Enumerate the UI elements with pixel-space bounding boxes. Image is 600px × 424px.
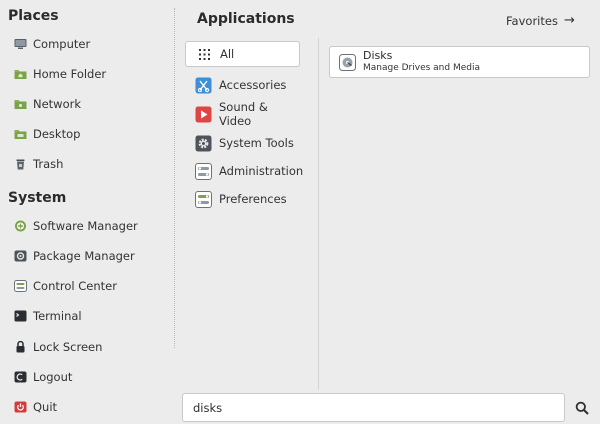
favorites-button[interactable]: Favorites →	[506, 13, 575, 28]
home-folder-icon	[14, 68, 27, 80]
system-item-terminal[interactable]: Terminal	[14, 305, 172, 327]
favorites-label: Favorites	[506, 13, 558, 28]
category-accessories[interactable]: Accessories	[185, 72, 300, 98]
app-description: Manage Drives and Media	[363, 63, 480, 73]
system-item-label: Quit	[33, 400, 58, 414]
system-item-software-manager[interactable]: Software Manager	[14, 215, 172, 237]
system-item-label: Terminal	[33, 309, 82, 323]
category-sound-video[interactable]: Sound & Video	[185, 100, 300, 128]
preferences-icon	[195, 190, 212, 208]
system-item-lock-screen[interactable]: Lock Screen	[14, 336, 172, 358]
network-folder-icon	[14, 98, 27, 110]
system-item-label: Lock Screen	[33, 340, 103, 354]
accessories-icon	[195, 77, 212, 94]
left-panel: Places Computer Home Folder Network Desk…	[0, 0, 174, 424]
category-label: Administration	[219, 164, 304, 178]
places-item-computer[interactable]: Computer	[14, 33, 172, 55]
applications-title: Applications	[197, 11, 295, 27]
system-item-logout[interactable]: Logout	[14, 366, 172, 388]
system-item-package-manager[interactable]: Package Manager	[14, 245, 172, 267]
power-icon	[14, 401, 27, 413]
places-item-trash[interactable]: Trash	[14, 153, 172, 175]
control-center-icon	[14, 280, 27, 292]
category-system-tools[interactable]: System Tools	[185, 130, 300, 156]
category-label: Accessories	[219, 78, 287, 92]
system-item-label: Logout	[33, 370, 73, 384]
category-preferences[interactable]: Preferences	[185, 186, 300, 212]
places-item-network[interactable]: Network	[14, 93, 172, 115]
software-manager-icon	[14, 220, 27, 232]
disk-icon	[339, 53, 356, 71]
category-administration[interactable]: Administration	[185, 158, 304, 184]
app-name: Disks	[363, 49, 393, 62]
category-label: Preferences	[219, 192, 287, 206]
places-item-label: Trash	[33, 157, 64, 171]
administration-icon	[195, 162, 212, 180]
places-item-label: Desktop	[33, 127, 81, 141]
category-label: All	[220, 47, 235, 61]
places-item-label: Home Folder	[33, 67, 107, 81]
trash-icon	[14, 158, 27, 170]
places-item-desktop[interactable]: Desktop	[14, 123, 172, 145]
places-item-label: Computer	[33, 37, 91, 51]
category-label: Sound & Video	[219, 100, 268, 128]
grid-icon	[196, 46, 213, 63]
media-play-icon	[195, 106, 212, 123]
system-item-control-center[interactable]: Control Center	[14, 275, 172, 297]
places-item-home-folder[interactable]: Home Folder	[14, 63, 172, 85]
system-item-label: Control Center	[33, 279, 117, 293]
logout-icon	[14, 371, 27, 383]
system-title: System	[8, 190, 67, 206]
app-result-disks[interactable]: Disks Manage Drives and Media	[329, 46, 590, 78]
package-manager-icon	[14, 250, 27, 262]
places-item-label: Network	[33, 97, 82, 111]
gear-icon	[195, 135, 212, 152]
system-item-label: Package Manager	[33, 249, 135, 263]
search-icon[interactable]	[575, 400, 589, 415]
arrow-right-icon: →	[563, 13, 575, 28]
places-title: Places	[8, 8, 59, 24]
system-item-quit[interactable]: Quit	[14, 396, 172, 418]
category-label: System Tools	[219, 136, 294, 150]
computer-icon	[14, 38, 27, 50]
terminal-icon	[14, 310, 27, 322]
categories-divider	[318, 38, 319, 390]
left-panel-divider	[174, 8, 175, 348]
system-item-label: Software Manager	[33, 219, 138, 233]
desktop-folder-icon	[14, 128, 27, 140]
search-input[interactable]	[182, 393, 565, 422]
lock-icon	[14, 341, 27, 353]
category-all[interactable]: All	[185, 41, 300, 67]
